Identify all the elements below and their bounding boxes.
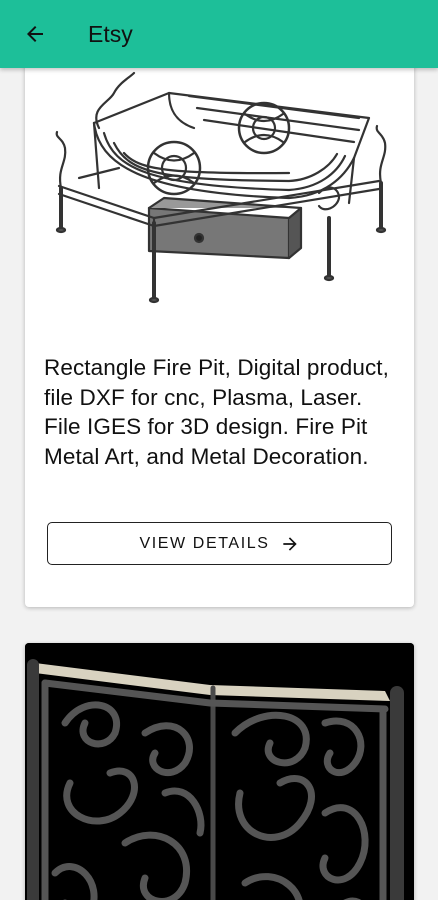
app-bar: Etsy <box>0 0 438 68</box>
product-image[interactable] <box>39 68 401 333</box>
listing-description: Rectangle Fire Pit, Digital product, fil… <box>44 355 389 469</box>
view-details-label: VIEW DETAILS <box>139 534 270 552</box>
listing-card: Rectangle Fire Pit, Digital product, fil… <box>25 68 414 607</box>
listing-card <box>25 643 414 900</box>
arrow-left-icon <box>27 26 43 42</box>
listing-feed[interactable]: Rectangle Fire Pit, Digital product, fil… <box>0 68 438 900</box>
product-image[interactable] <box>25 643 414 900</box>
arrow-right-icon <box>280 534 300 554</box>
view-details-button[interactable]: VIEW DETAILS <box>47 522 392 565</box>
app-title: Etsy <box>88 20 133 47</box>
back-button[interactable] <box>0 0 70 68</box>
